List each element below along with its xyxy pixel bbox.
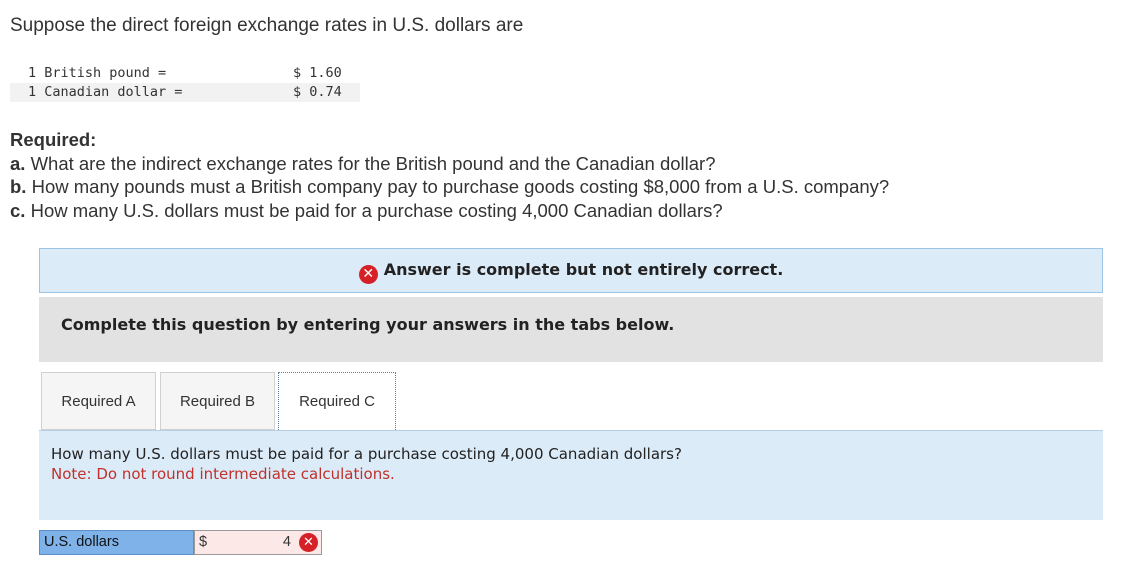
x-circle-icon: ✕	[358, 265, 378, 284]
rate-value: $ 1.60	[293, 65, 342, 81]
question-panel: How many U.S. dollars must be paid for a…	[39, 430, 1103, 520]
answer-input[interactable]: $ 4 ✕	[194, 530, 322, 555]
required-b: b. How many pounds must a British compan…	[10, 176, 890, 197]
rate-row-canadian: 1 Canadian dollar = $ 0.74	[10, 83, 360, 102]
panel-question: How many U.S. dollars must be paid for a…	[51, 445, 682, 463]
rate-label: 1 British pound =	[28, 65, 167, 81]
tab-required-a[interactable]: Required A	[41, 372, 156, 430]
rates-table: 1 British pound = $ 1.60 1 Canadian doll…	[10, 64, 360, 102]
tab-required-b[interactable]: Required B	[160, 372, 275, 430]
required-section: Required: a. What are the indirect excha…	[10, 128, 889, 222]
tab-required-c[interactable]: Required C	[278, 372, 396, 432]
instruction-text: Complete this question by entering your …	[61, 315, 675, 334]
answer-value[interactable]: 4	[283, 534, 291, 550]
instruction-box: Complete this question by entering your …	[39, 297, 1103, 362]
required-a: a. What are the indirect exchange rates …	[10, 152, 716, 174]
result-banner: ✕ Answer is complete but not entirely cor…	[39, 248, 1103, 293]
rate-value: $ 0.74	[293, 84, 342, 100]
required-title: Required:	[10, 129, 97, 150]
panel-note: Note: Do not round intermediate calculat…	[51, 465, 395, 483]
rate-row-pound: 1 British pound = $ 1.60	[10, 64, 360, 83]
rate-label: 1 Canadian dollar =	[28, 84, 183, 100]
incorrect-icon: ✕	[299, 533, 318, 552]
problem-intro: Suppose the direct foreign exchange rate…	[10, 15, 524, 36]
answer-label: U.S. dollars	[39, 530, 194, 555]
banner-text: Answer is complete but not entirely corr…	[383, 260, 784, 279]
required-c: c. How many U.S. dollars must be paid fo…	[10, 199, 723, 221]
currency-symbol: $	[199, 534, 208, 550]
